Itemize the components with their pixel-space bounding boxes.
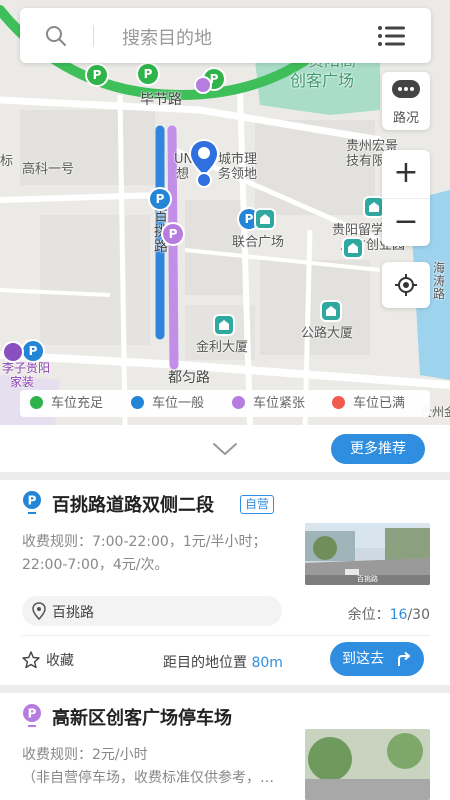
map-label-liuxue-1: 贵阳留学 bbox=[332, 223, 385, 238]
star-icon bbox=[22, 651, 40, 669]
zoom-out-button[interactable]: − bbox=[382, 198, 430, 246]
chevron-down-icon[interactable] bbox=[212, 441, 238, 457]
parking-pin-green[interactable]: P bbox=[87, 65, 107, 85]
self-operated-badge: 自营 bbox=[240, 495, 275, 514]
map-view[interactable]: 毕节路 高科一号 标 UN 城市理 想 务领地 百 挑 路 联合广场 贵阳留学 … bbox=[0, 0, 450, 425]
legend-item-normal: 车位一般 bbox=[131, 396, 204, 412]
address-text: 百挑路 bbox=[52, 605, 94, 621]
poi-icon bbox=[215, 316, 233, 334]
poi-icon bbox=[322, 302, 340, 320]
divider bbox=[22, 635, 430, 636]
map-label-gaoke: 高科一号 bbox=[22, 162, 75, 177]
poi-icon bbox=[344, 239, 362, 257]
zoom-in-button[interactable]: + bbox=[382, 150, 430, 198]
search-bar[interactable]: 搜索目的地 bbox=[20, 8, 431, 63]
parking-blue-icon: P bbox=[23, 491, 41, 514]
map-label-gonglu: 公路大厦 bbox=[301, 326, 354, 341]
parking-pin-green[interactable]: P bbox=[138, 64, 158, 84]
fee-rule-line1: 收费规则：2元/小时 bbox=[22, 747, 148, 763]
legend-dot bbox=[232, 396, 245, 409]
map-label-city-ideal: 城市理 bbox=[218, 152, 258, 167]
list-menu-icon[interactable] bbox=[378, 26, 405, 46]
parking-photo[interactable]: 百挑路 bbox=[305, 523, 430, 585]
map-label-baitiao-3: 路 bbox=[154, 239, 168, 255]
map-label-bijie-road: 毕节路 bbox=[140, 92, 182, 108]
parking-title: 百挑路道路双侧二段 bbox=[52, 495, 214, 516]
legend-dot bbox=[30, 396, 43, 409]
results-header: 更多推荐 bbox=[0, 425, 450, 472]
legend-item-tight: 车位紧张 bbox=[232, 396, 305, 412]
fee-rule-line1: 收费规则：7:00-22:00，1元/半小时； bbox=[22, 534, 267, 550]
distance-info: 距目的地位置 80m bbox=[163, 655, 283, 671]
photo-caption: 百挑路 bbox=[357, 575, 378, 583]
traffic-icon bbox=[392, 80, 420, 98]
map-label-chuangke-2: 创客广场 bbox=[290, 71, 355, 90]
legend-item-full: 车位已满 bbox=[332, 396, 405, 412]
parking-card[interactable]: P 百挑路道路双侧二段 自营 收费规则：7:00-22:00，1元/半小时； 2… bbox=[0, 480, 450, 685]
search-input[interactable]: 搜索目的地 bbox=[122, 24, 212, 50]
map-label-duyun-road: 都匀路 bbox=[168, 370, 210, 386]
poi-icon bbox=[365, 198, 383, 216]
remaining-spots: 余位：16/30 bbox=[347, 607, 430, 623]
map-label-jinli: 金利大厦 bbox=[196, 340, 249, 355]
parking-photo[interactable] bbox=[305, 729, 430, 800]
map-label-biao: 标 bbox=[0, 154, 14, 169]
traffic-button[interactable]: 路况 bbox=[382, 72, 430, 130]
legend-dot bbox=[131, 396, 144, 409]
navigate-button[interactable]: 到这去 bbox=[330, 642, 424, 676]
parking-pin-purple[interactable]: P bbox=[163, 224, 183, 244]
fee-rule-line2: 22:00-7:00，4元/次。 bbox=[22, 557, 169, 573]
zoom-control: + − bbox=[382, 150, 430, 246]
favorite-button[interactable]: 收藏 bbox=[22, 650, 74, 670]
svg-text:P: P bbox=[28, 707, 37, 721]
parking-card[interactable]: P 高新区创客广场停车场 收费规则：2元/小时 （非自营停车场，收费标准仅供参考… bbox=[0, 693, 450, 800]
svg-text:P: P bbox=[28, 494, 37, 508]
map-label-wulingdi: 务领地 bbox=[218, 167, 258, 182]
parking-pin-purple[interactable] bbox=[196, 78, 210, 92]
parking-purple-icon: P bbox=[23, 704, 41, 727]
locate-icon bbox=[395, 274, 417, 296]
address-box: 百挑路 bbox=[22, 596, 282, 626]
map-label-jiazhuang: 家装 bbox=[10, 375, 35, 389]
search-icon[interactable] bbox=[44, 24, 68, 48]
parking-pin-blue[interactable]: P bbox=[150, 189, 170, 209]
more-recommendations-button[interactable]: 更多推荐 bbox=[331, 434, 425, 464]
traffic-label: 路况 bbox=[392, 111, 419, 126]
legend-dot bbox=[332, 396, 345, 409]
map-label-li-guiyang: 李子贵阳 bbox=[2, 361, 51, 375]
location-pin-icon bbox=[32, 602, 46, 620]
parking-legend: 车位充足 车位一般 车位紧张 车位已满 bbox=[20, 390, 430, 417]
turn-right-icon bbox=[398, 651, 411, 666]
fee-rule-line2: （非自营停车场，收费标准仅供参考，… bbox=[22, 770, 274, 786]
parking-title: 高新区创客广场停车场 bbox=[52, 708, 232, 729]
locate-button[interactable] bbox=[382, 262, 430, 308]
map-label-hongjing-2: 技有限 bbox=[346, 154, 386, 169]
map-label-lianhe-square: 联合广场 bbox=[232, 235, 285, 250]
poi-icon bbox=[256, 210, 274, 228]
legend-item-ample: 车位充足 bbox=[30, 396, 103, 412]
search-divider bbox=[93, 25, 94, 47]
parking-pin-blue[interactable]: P bbox=[23, 341, 43, 361]
shop-pin[interactable] bbox=[4, 343, 22, 361]
map-label-haitao-road: 海涛路 bbox=[433, 261, 446, 302]
destination-marker-icon bbox=[188, 138, 220, 188]
